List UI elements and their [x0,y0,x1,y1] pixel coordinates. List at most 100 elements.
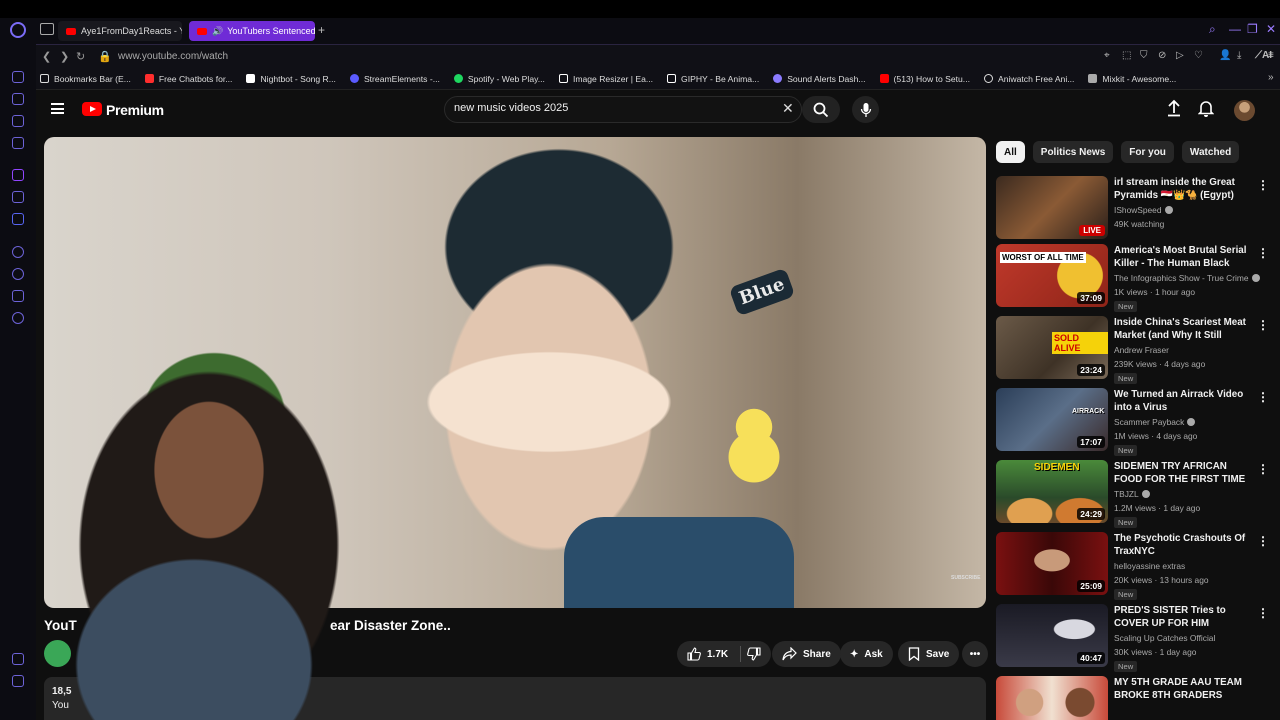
upload-icon[interactable] [1166,99,1182,117]
channel-name[interactable]: Scammer Payback [1114,417,1274,427]
sidebar-history-icon[interactable] [12,268,24,280]
player-icon[interactable]: ▷ [1176,50,1184,61]
recommendation-item[interactable]: SIDEMEN 24:29 SIDEMEN TRY AFRICAN FOOD F… [996,460,1276,528]
url-field[interactable]: www.youtube.com/watch [118,51,228,62]
account-icon[interactable]: 👤 [1219,50,1231,61]
search-tabs-icon[interactable]: ⌕ [1209,22,1216,37]
video-title[interactable]: MY 5TH GRADE AAU TEAM BROKE 8TH GRADERS … [1114,676,1252,702]
recommendation-item[interactable]: 40:47 PRED'S SISTER Tries to COVER UP FO… [996,604,1276,672]
more-vert-icon[interactable]: ⋮ [1257,390,1269,404]
browser-logo-icon[interactable] [10,22,26,38]
adblock-icon[interactable]: ⛉ [1140,50,1148,61]
sidebar-speed-dial-icon[interactable] [12,71,24,83]
channel-name[interactable]: TBJZL [1114,489,1274,499]
chip-all[interactable]: All [996,141,1025,163]
sidebar-messenger-icon[interactable] [12,115,24,127]
new-tab-button[interactable]: + [318,23,325,37]
video-title[interactable]: The Psychotic Crashouts Of TraxNYC [1114,532,1252,558]
bookmark-item[interactable]: Bookmarks Bar (E... [40,74,131,84]
video-title[interactable]: irl stream inside the Great Pyramids 🇪🇬👑… [1114,176,1252,202]
sidebar-percent-icon[interactable] [12,191,24,203]
sidebar-gx-icon[interactable] [12,675,24,687]
sidebar-gx-corner-icon[interactable] [12,653,24,665]
sidebar-mail-icon[interactable] [12,137,24,149]
voice-search-button[interactable] [852,96,879,123]
more-vert-icon[interactable]: ⋮ [1257,606,1269,620]
more-vert-icon[interactable]: ⋮ [1257,178,1269,192]
bookmark-item[interactable]: Mixkit - Awesome... [1088,74,1176,84]
notifications-bell-icon[interactable] [1198,99,1214,117]
bookmark-item[interactable]: Free Chatbots for... [144,74,232,84]
bookmark-item[interactable]: Spotify - Web Play... [453,74,545,84]
recommendation-item[interactable]: LIVE irl stream inside the Great Pyramid… [996,176,1276,242]
subscribe-watermark[interactable]: SUBSCRIBE [951,575,980,581]
more-vert-icon[interactable]: ⋮ [1257,462,1269,476]
menu-icon[interactable]: ≡ [1268,50,1274,61]
video-title[interactable]: PRED'S SISTER Tries to COVER UP FOR HIM [1114,604,1252,630]
chip-watched[interactable]: Watched [1181,141,1240,163]
sidebar-extensions-icon[interactable] [12,93,24,105]
reload-icon[interactable]: ↻ [76,50,85,63]
channel-name[interactable]: The Infographics Show - True Crime [1114,273,1274,283]
back-icon[interactable]: ❮ [42,50,51,63]
search-button[interactable] [802,96,840,123]
forward-icon[interactable]: ❯ [60,50,69,63]
sidebar-twitch-icon[interactable] [12,169,24,181]
ask-button[interactable]: ✦ Ask [840,641,893,667]
minimize-icon[interactable]: — [1229,22,1241,36]
close-window-icon[interactable]: ✕ [1266,22,1276,36]
vpn-icon[interactable]: ⊘ [1158,50,1166,61]
search-input[interactable]: new music videos 2025 [444,96,802,123]
sidebar-discord-icon[interactable] [12,213,24,225]
bookmark-item[interactable]: Aniwatch Free Ani... [983,74,1074,84]
video-title[interactable]: We Turned an Airrack Video into a Virus [1114,388,1252,414]
youtube-logo-icon[interactable] [82,102,102,116]
sidebar-pinboard-icon[interactable] [12,290,24,302]
video-thumbnail[interactable]: 40:47 [996,604,1108,667]
more-vert-icon[interactable]: ⋮ [1257,318,1269,332]
sidebar-player-icon[interactable] [12,246,24,258]
tab-switcher-icon[interactable] [40,23,54,35]
recommendation-item[interactable]: 25:09 The Psychotic Crashouts Of TraxNYC… [996,532,1276,600]
browser-tab-2-active[interactable]: 🔊 YouTubers Sentenced [189,21,315,41]
chip-politics-news[interactable]: Politics News [1032,141,1114,163]
bookmark-item[interactable]: StreamElements -... [349,74,440,84]
recommendation-item[interactable]: WORST OF ALL TIME 37:09 America's Most B… [996,244,1276,312]
thumbs-down-icon[interactable] [747,647,761,661]
save-button[interactable]: Save [898,641,960,667]
bookmark-item[interactable]: (513) How to Setu... [879,74,970,84]
channel-name[interactable]: IShowSpeed [1114,205,1274,215]
channel-name[interactable]: Scaling Up Catches Official [1114,633,1274,643]
restore-icon[interactable]: ❐ [1247,22,1258,36]
heart-icon[interactable]: ♡ [1194,50,1203,61]
more-bookmarks-icon[interactable]: » [1268,72,1274,83]
more-vert-icon[interactable]: ⋮ [1257,534,1269,548]
bookmark-item[interactable]: GIPHY - Be Anima... [667,74,759,84]
video-thumbnail[interactable]: LIVE [996,176,1108,239]
video-thumbnail[interactable]: SIDEMEN 24:29 [996,460,1108,523]
download-icon[interactable]: ⤓ [1237,50,1241,61]
account-avatar[interactable] [1234,100,1255,121]
video-thumbnail[interactable]: SOLD ALIVE 23:24 [996,316,1108,379]
channel-name[interactable]: helloyassine extras [1114,561,1274,571]
channel-name[interactable]: Andrew Fraser [1114,345,1274,355]
video-title[interactable]: Inside China's Scariest Meat Market (and… [1114,316,1252,342]
more-actions-button[interactable]: ••• [962,641,988,667]
bookmark-item[interactable]: Image Resizer | Ea... [558,74,653,84]
bookmark-item[interactable]: Nightbot - Song R... [246,74,336,84]
video-thumbnail[interactable] [996,676,1108,720]
like-button[interactable]: 1.7K [677,641,772,667]
share-button[interactable]: Share [772,641,841,667]
video-thumbnail[interactable]: WORST OF ALL TIME 37:09 [996,244,1108,307]
sidebar-settings-icon[interactable] [12,312,24,324]
video-title[interactable]: America's Most Brutal Serial Killer - Th… [1114,244,1252,270]
video-thumbnail[interactable]: AIRRACK 17:07 [996,388,1108,451]
more-vert-icon[interactable]: ⋮ [1257,246,1269,260]
bookmark-item[interactable]: Sound Alerts Dash... [773,74,866,84]
snapshot-icon[interactable]: ⬚ [1122,50,1131,61]
lock-icon[interactable]: 🔒 [98,50,112,63]
pin-icon[interactable]: ⌖ [1104,50,1110,61]
chip-for-you[interactable]: For you [1121,141,1174,163]
guide-menu-icon[interactable] [51,103,64,114]
recommendation-item[interactable]: MY 5TH GRADE AAU TEAM BROKE 8TH GRADERS … [996,676,1276,720]
